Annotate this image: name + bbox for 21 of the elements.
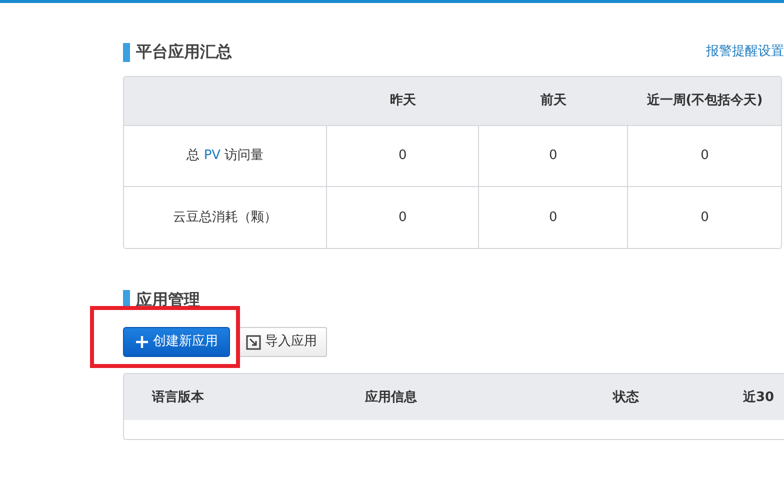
column-header: 近30 xyxy=(743,389,774,407)
table-cell-text: 0 xyxy=(398,208,407,227)
column-header: 语言版本 xyxy=(152,388,204,407)
column-header: 昨天 xyxy=(390,92,416,110)
table-cell-text: 0 xyxy=(700,147,709,166)
table-cell-text: 0 xyxy=(549,147,558,166)
create-app-button[interactable]: 创建新应用 xyxy=(123,327,230,357)
row-label: 总 PV 访问量 xyxy=(186,147,264,166)
alert-settings-link[interactable]: 报警提醒设置 xyxy=(706,42,784,62)
table-cell-text: 0 xyxy=(700,208,709,227)
import-icon xyxy=(246,334,261,350)
column-header: 状态 xyxy=(613,389,639,407)
column-header: 应用信息 xyxy=(365,388,417,407)
section-title: 平台应用汇总 xyxy=(136,41,232,63)
table-cell-text: 0 xyxy=(549,208,558,227)
row-label: 云豆总消耗（颗） xyxy=(173,208,278,227)
section-marker xyxy=(123,42,130,62)
column-header: 近一周(不包括今天) xyxy=(646,92,763,110)
table-cell-text: 0 xyxy=(398,147,407,166)
plus-icon xyxy=(135,335,149,349)
column-header: 前天 xyxy=(540,92,567,110)
